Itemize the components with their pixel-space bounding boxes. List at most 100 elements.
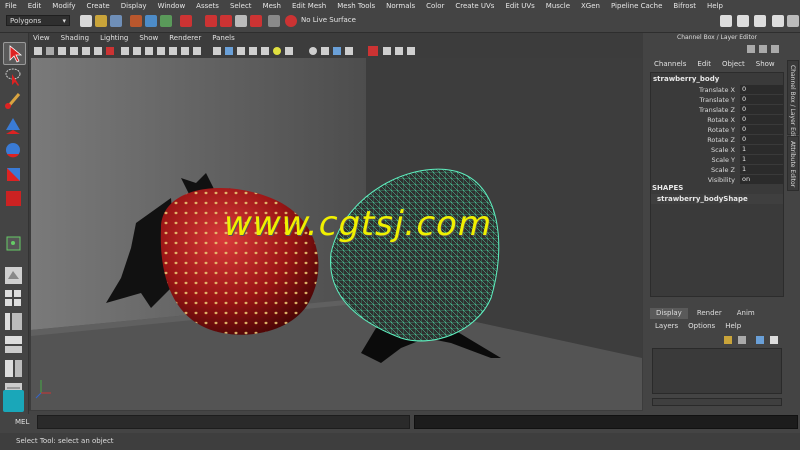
select-hierarchy-icon[interactable] — [130, 15, 142, 27]
menu-file[interactable]: File — [0, 2, 23, 10]
snap-grid-icon[interactable] — [205, 15, 217, 27]
attribute-row[interactable]: Translate Z 0 — [651, 105, 783, 115]
menu-assets[interactable]: Assets — [191, 2, 225, 10]
attribute-value-field[interactable]: 0 — [740, 135, 783, 144]
layer-list[interactable] — [652, 348, 782, 394]
menu-modify[interactable]: Modify — [47, 2, 81, 10]
attribute-row[interactable]: Scale X 1 — [651, 145, 783, 155]
attribute-value-field[interactable]: 1 — [740, 145, 783, 154]
snap-point-icon[interactable] — [235, 15, 247, 27]
menu-edit-mesh[interactable]: Edit Mesh — [287, 2, 332, 10]
four-view-layout-icon[interactable] — [3, 288, 24, 309]
viewport-toolbar-icons[interactable] — [33, 44, 639, 58]
layer-list-scrollbar[interactable] — [652, 398, 782, 406]
viewport-menu-renderer[interactable]: Renderer — [169, 34, 201, 44]
attribute-value-field[interactable]: 1 — [740, 155, 783, 164]
rotate-tool-icon[interactable] — [3, 140, 24, 161]
channel-box-menu-show[interactable]: Show — [756, 60, 775, 68]
menu-create[interactable]: Create — [81, 2, 115, 10]
hypershade-layout-icon[interactable] — [3, 358, 24, 379]
command-language-label[interactable]: MEL — [15, 418, 29, 426]
channel-box-menu-edit[interactable]: Edit — [697, 60, 711, 68]
lasso-tool-icon[interactable] — [3, 66, 24, 87]
menu-window[interactable]: Window — [153, 2, 192, 10]
menu-set-dropdown[interactable]: Polygons ▾ — [6, 15, 70, 26]
channel-box-menu-object[interactable]: Object — [722, 60, 745, 68]
menu-color[interactable]: Color — [421, 2, 450, 10]
tool-settings-toggle-icon[interactable] — [787, 15, 799, 27]
render-view-icon[interactable] — [720, 15, 732, 27]
select-object-icon[interactable] — [145, 15, 157, 27]
menu-display[interactable]: Display — [116, 2, 153, 10]
attribute-row[interactable]: Scale Y 1 — [651, 155, 783, 165]
attribute-value-field[interactable]: 0 — [740, 115, 783, 124]
shape-node-name[interactable]: strawberry_bodyShape — [651, 194, 783, 204]
menu-normals[interactable]: Normals — [381, 2, 421, 10]
render-settings-icon[interactable] — [754, 15, 766, 27]
paint-select-icon[interactable] — [3, 90, 24, 111]
menu-mesh-tools[interactable]: Mesh Tools — [332, 2, 381, 10]
layer-buttons[interactable] — [722, 335, 782, 345]
channel-box-header-icons[interactable] — [745, 44, 785, 54]
menu-bifrost[interactable]: Bifrost — [668, 2, 702, 10]
selected-object-name[interactable]: strawberry_body — [653, 75, 719, 83]
persp-outliner-layout-icon[interactable] — [3, 311, 24, 332]
attribute-value-field[interactable]: 0 — [740, 85, 783, 94]
attribute-editor-side-tab[interactable]: Attribute Editor — [787, 136, 799, 191]
snap-view-plane-icon[interactable] — [250, 15, 262, 27]
menu-pipeline-cache[interactable]: Pipeline Cache — [606, 2, 668, 10]
save-scene-icon[interactable] — [110, 15, 122, 27]
tab-render[interactable]: Render — [691, 308, 728, 319]
channel-box-side-tab[interactable]: Channel Box / Layer Editor — [787, 60, 799, 145]
attribute-value-field[interactable]: 1 — [740, 165, 783, 174]
snap-curve-icon[interactable] — [220, 15, 232, 27]
scale-tool-icon[interactable] — [3, 164, 24, 185]
viewport-menu-lighting[interactable]: Lighting — [100, 34, 128, 44]
menu-xgen[interactable]: XGen — [576, 2, 606, 10]
attribute-value-field[interactable]: 0 — [740, 95, 783, 104]
viewport-menu-panels[interactable]: Panels — [212, 34, 235, 44]
attribute-row[interactable]: Rotate Y 0 — [651, 125, 783, 135]
tab-anim[interactable]: Anim — [731, 308, 761, 319]
layer-menu-options[interactable]: Options — [688, 322, 715, 330]
layer-menu-layers[interactable]: Layers — [655, 322, 678, 330]
attribute-value-field[interactable]: on — [740, 175, 783, 184]
menu-muscle[interactable]: Muscle — [541, 2, 576, 10]
menu-create-uvs[interactable]: Create UVs — [450, 2, 500, 10]
channel-box-toggle-icon[interactable] — [772, 15, 784, 27]
magnet-icon[interactable] — [285, 15, 297, 27]
open-scene-icon[interactable] — [95, 15, 107, 27]
ipr-render-icon[interactable] — [737, 15, 749, 27]
command-input[interactable] — [37, 415, 410, 429]
viewport-menu-view[interactable]: View — [33, 34, 50, 44]
make-live-icon[interactable] — [268, 15, 280, 27]
menu-mesh[interactable]: Mesh — [258, 2, 287, 10]
perspective-viewport[interactable]: www.cgtsj.com — [31, 58, 642, 410]
show-manipulator-icon[interactable] — [3, 233, 24, 254]
menu-select[interactable]: Select — [225, 2, 258, 10]
channel-box-menu-channels[interactable]: Channels — [654, 60, 686, 68]
attribute-row[interactable]: Rotate X 0 — [651, 115, 783, 125]
attribute-row[interactable]: Scale Z 1 — [651, 165, 783, 175]
attribute-row[interactable]: Translate Y 0 — [651, 95, 783, 105]
menu-help[interactable]: Help — [702, 2, 729, 10]
attribute-value-field[interactable]: 0 — [740, 125, 783, 134]
attribute-row[interactable]: Translate X 0 — [651, 85, 783, 95]
last-tool-icon[interactable] — [3, 188, 24, 209]
single-perspective-layout-icon[interactable] — [3, 265, 24, 286]
new-scene-icon[interactable] — [80, 15, 92, 27]
select-tool-icon[interactable] — [3, 42, 26, 65]
menu-edit-uvs[interactable]: Edit UVs — [500, 2, 540, 10]
menu-edit[interactable]: Edit — [23, 2, 48, 10]
autodesk-app-icon[interactable] — [3, 390, 24, 412]
move-tool-icon[interactable] — [3, 116, 24, 137]
viewport-menu-shading[interactable]: Shading — [61, 34, 89, 44]
persp-graph-layout-icon[interactable] — [3, 334, 24, 355]
attribute-value-field[interactable]: 0 — [740, 105, 783, 114]
lock-selection-icon[interactable] — [180, 15, 192, 27]
viewport-menu-show[interactable]: Show — [139, 34, 158, 44]
attribute-row[interactable]: Rotate Z 0 — [651, 135, 783, 145]
layer-menu-help[interactable]: Help — [725, 322, 741, 330]
tab-display[interactable]: Display — [650, 308, 688, 319]
select-component-icon[interactable] — [160, 15, 172, 27]
